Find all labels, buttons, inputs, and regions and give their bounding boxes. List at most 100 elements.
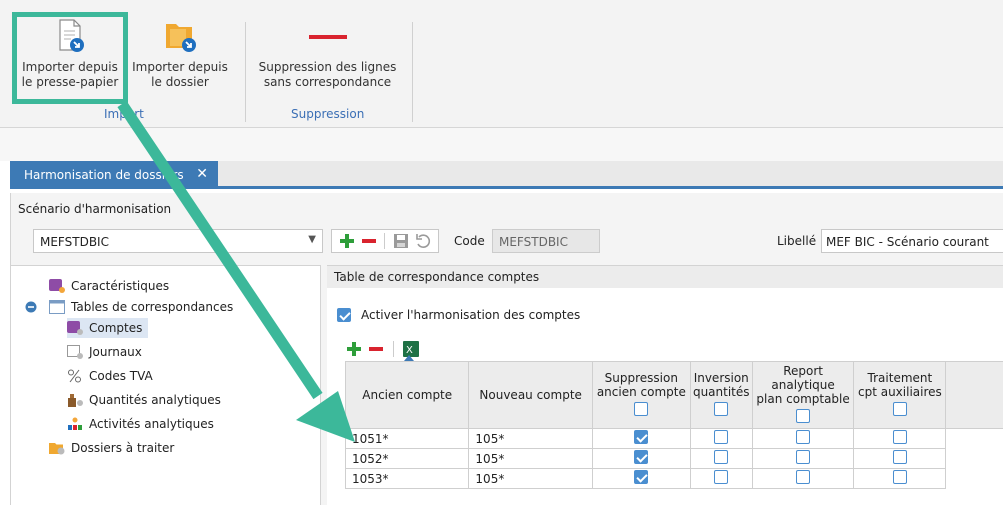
- column-header-ancien-compte[interactable]: Ancien compte: [344, 361, 470, 429]
- tree-item-journaux[interactable]: Journaux: [67, 342, 142, 362]
- tree-item-codes-tva[interactable]: Codes TVA: [67, 366, 153, 386]
- suppression-checkbox[interactable]: [634, 470, 649, 484]
- table-icon: [49, 300, 65, 314]
- delete-unmatched-label-1: Suppression des lignes: [258, 60, 397, 74]
- collapse-icon[interactable]: [25, 301, 37, 313]
- header-text: quantités: [692, 385, 750, 399]
- scenario-select[interactable]: MEFSTDBIC ▼: [33, 229, 323, 253]
- header-text: Traitement: [867, 371, 933, 385]
- inversion-checkbox[interactable]: [714, 450, 729, 464]
- ancien-compte-cell[interactable]: 1052*: [344, 448, 470, 469]
- chevron-down-icon: ▼: [308, 234, 316, 245]
- tree-item-label: Journaux: [89, 345, 142, 359]
- column-header-nouveau-compte[interactable]: Nouveau compte: [468, 361, 593, 429]
- tree-item-label: Codes TVA: [89, 369, 153, 383]
- traitement-cell: [853, 448, 947, 469]
- tree-item-comptes[interactable]: Comptes: [67, 318, 149, 338]
- toolbar-gap: [0, 128, 1003, 161]
- table-row[interactable]: 1052* 105*: [344, 448, 1003, 469]
- header-text: analytique: [771, 378, 835, 392]
- folder-icon: [49, 443, 65, 455]
- close-icon[interactable]: ✕: [196, 166, 208, 182]
- filler-cell: [945, 448, 1003, 469]
- weight-icon: [68, 394, 83, 407]
- save-icon[interactable]: [392, 232, 410, 250]
- header-text: ancien compte: [596, 385, 686, 399]
- filler-cell: [945, 428, 1003, 449]
- inversion-cell: [689, 428, 753, 449]
- select-all-traitement-checkbox[interactable]: [892, 402, 907, 416]
- code-label: Code: [454, 234, 485, 248]
- suppression-checkbox[interactable]: [634, 430, 649, 444]
- tree-item-tables-de-correspondances[interactable]: Tables de correspondances: [25, 297, 233, 317]
- activate-checkbox[interactable]: [337, 308, 351, 322]
- tree-item-label: Quantités analytiques: [89, 393, 221, 407]
- tree-item-label: Comptes: [89, 321, 143, 335]
- undo-icon[interactable]: [414, 232, 432, 250]
- suppression-checkbox[interactable]: [634, 450, 649, 464]
- activity-icon: [68, 417, 82, 430]
- traitement-checkbox[interactable]: [892, 450, 907, 464]
- report-cell: [751, 448, 855, 469]
- column-header-suppression[interactable]: Suppression ancien compte: [591, 361, 691, 429]
- group-label-import: Import: [104, 107, 144, 121]
- header-text: Nouveau compte: [479, 388, 582, 402]
- activate-label: Activer l'harmonisation des comptes: [361, 308, 581, 322]
- folder-import-icon: [166, 24, 196, 52]
- header-text: plan comptable: [756, 392, 850, 406]
- report-checkbox[interactable]: [796, 430, 811, 444]
- tree-item-label: Activités analytiques: [89, 417, 214, 431]
- nouveau-compte-cell[interactable]: 105*: [468, 428, 593, 449]
- traitement-cell: [853, 428, 947, 449]
- tab-harmonisation[interactable]: Harmonisation de dossiers ✕: [10, 161, 218, 189]
- report-checkbox[interactable]: [796, 470, 811, 484]
- nouveau-compte-cell[interactable]: 105*: [468, 448, 593, 469]
- suppression-cell: [591, 448, 691, 469]
- tree-item-activites-analytiques[interactable]: Activités analytiques: [67, 414, 214, 434]
- table-row[interactable]: 1053* 105*: [344, 468, 1003, 489]
- delete-unmatched-button[interactable]: Suppression des lignes sans correspondan…: [250, 18, 405, 90]
- tree-item-label: Dossiers à traiter: [71, 441, 175, 455]
- column-header-traitement[interactable]: Traitement cpt auxiliaires: [853, 361, 947, 429]
- select-all-report-checkbox[interactable]: [796, 409, 811, 423]
- remove-icon[interactable]: [360, 232, 378, 250]
- activate-harmonisation-row[interactable]: Activer l'harmonisation des comptes: [337, 308, 580, 322]
- tree-item-dossiers-a-traiter[interactable]: Dossiers à traiter: [49, 438, 174, 458]
- inversion-checkbox[interactable]: [714, 430, 729, 444]
- import-folder-label-1: Importer depuis: [132, 60, 228, 74]
- ribbon: Importer depuis le presse-papier Importe…: [0, 0, 1003, 128]
- select-all-suppression-checkbox[interactable]: [634, 402, 649, 416]
- table-row[interactable]: 1051* 105*: [344, 428, 1003, 449]
- tree-item-caracteristiques[interactable]: Caractéristiques: [49, 276, 169, 296]
- report-checkbox[interactable]: [796, 450, 811, 464]
- badge-icon: [49, 279, 65, 293]
- toolbar-divider: [384, 233, 385, 249]
- suppression-cell: [591, 468, 691, 489]
- header-text: Suppression: [604, 371, 678, 385]
- nouveau-compte-cell[interactable]: 105*: [468, 468, 593, 489]
- scenario-toolbar: [331, 229, 439, 253]
- add-icon[interactable]: [338, 232, 356, 250]
- tree-item-quantites-analytiques[interactable]: Quantités analytiques: [67, 390, 221, 410]
- select-all-inversion-checkbox[interactable]: [714, 402, 729, 416]
- content-area: Table de correspondance comptes Activer …: [327, 265, 1003, 505]
- column-header-filler: [945, 361, 1003, 429]
- traitement-checkbox[interactable]: [892, 470, 907, 484]
- add-row-icon[interactable]: [345, 340, 363, 358]
- column-header-report[interactable]: Report analytique plan comptable: [751, 361, 855, 429]
- badge-icon: [67, 321, 83, 335]
- libelle-field[interactable]: MEF BIC - Scénario courant: [821, 229, 1003, 253]
- inversion-cell: [689, 448, 753, 469]
- traitement-checkbox[interactable]: [892, 430, 907, 444]
- tree-item-label: Caractéristiques: [71, 279, 170, 293]
- toolbar-divider: [393, 341, 394, 357]
- ancien-compte-cell[interactable]: 1051*: [344, 428, 470, 449]
- inversion-checkbox[interactable]: [714, 470, 729, 484]
- header-text: Ancien compte: [362, 388, 453, 402]
- ancien-compte-cell[interactable]: 1053*: [344, 468, 470, 489]
- import-folder-button[interactable]: Importer depuis le dossier: [128, 18, 232, 90]
- remove-row-icon[interactable]: [367, 340, 385, 358]
- filler-cell: [945, 468, 1003, 489]
- column-header-inversion[interactable]: Inversion quantités: [689, 361, 753, 429]
- report-cell: [751, 468, 855, 489]
